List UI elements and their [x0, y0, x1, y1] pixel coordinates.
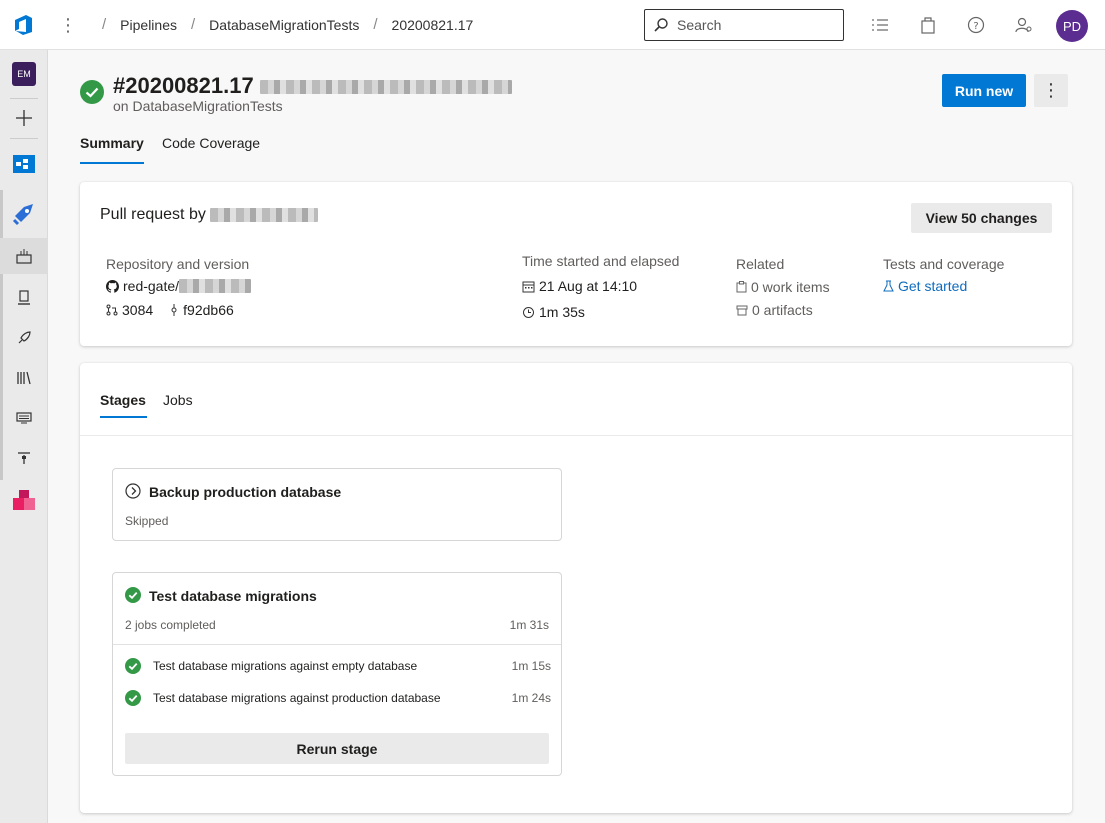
repository-value[interactable]: red-gate/ — [106, 278, 252, 294]
add-icon[interactable] — [0, 100, 48, 136]
work-item-icon — [736, 281, 747, 293]
work-items[interactable]: 0 work items — [736, 279, 830, 295]
rerun-stage-button[interactable]: Rerun stage — [125, 733, 549, 764]
run-title: #20200821.17 — [113, 73, 512, 99]
pr-number[interactable]: 3084 — [122, 302, 153, 318]
time-started: 21 Aug at 14:10 — [522, 278, 637, 294]
time-elapsed-value: 1m 35s — [539, 304, 585, 320]
commit-icon — [171, 304, 177, 316]
repository-label: Repository and version — [106, 256, 250, 272]
repository-name: red-gate/ — [123, 278, 180, 294]
marketplace-bag-icon[interactable] — [918, 15, 938, 35]
skipped-icon — [125, 483, 141, 502]
more-actions-button[interactable]: ⋮ — [1034, 74, 1068, 107]
deployment-groups-icon[interactable] — [0, 440, 48, 476]
stage-test-database-migrations[interactable]: Test database migrations 2 jobs complete… — [112, 572, 562, 776]
success-icon — [125, 658, 141, 677]
pipelines-icon[interactable] — [0, 196, 48, 232]
stages-card: Stages Jobs Backup production database S… — [80, 363, 1072, 813]
org-avatar[interactable]: EM — [12, 62, 36, 86]
builds-icon[interactable] — [0, 238, 48, 274]
artifacts-icon[interactable] — [0, 482, 48, 518]
job-name: Test database migrations against empty d… — [153, 659, 418, 673]
left-navigation: EM — [0, 50, 48, 823]
more-options-icon[interactable]: ⋮ — [48, 16, 88, 34]
search-input[interactable]: Search — [644, 9, 844, 41]
user-avatar[interactable]: PD — [1056, 10, 1088, 42]
breadcrumb-pipelines[interactable]: Pipelines — [120, 17, 177, 33]
breadcrumb-run[interactable]: 20200821.17 — [392, 17, 474, 33]
stage-title: Test database migrations — [149, 588, 317, 604]
time-elapsed: 1m 35s — [522, 304, 585, 320]
success-icon — [125, 587, 141, 606]
artifact-icon — [736, 305, 748, 315]
run-new-button[interactable]: Run new — [942, 74, 1026, 107]
breadcrumb-separator: / — [191, 16, 196, 33]
artifacts-value: 0 artifacts — [752, 302, 813, 318]
stage-title: Backup production database — [149, 484, 342, 500]
view-changes-button[interactable]: View 50 changes — [911, 203, 1052, 233]
calendar-icon — [522, 281, 535, 292]
stage-status: Skipped — [125, 514, 169, 528]
time-started-value: 21 Aug at 14:10 — [539, 278, 638, 294]
tab-stages[interactable]: Stages — [100, 392, 146, 408]
stage-status: 2 jobs completed — [125, 618, 216, 632]
breadcrumb-separator: / — [373, 16, 378, 33]
artifacts[interactable]: 0 artifacts — [736, 302, 813, 318]
job-row[interactable]: Test database migrations against product… — [125, 689, 551, 709]
breadcrumb-separator: / — [102, 16, 107, 33]
stages-tab-indicator — [100, 416, 147, 418]
tab-code-coverage[interactable]: Code Coverage — [162, 135, 260, 151]
azure-devops-logo-icon[interactable] — [0, 0, 48, 50]
run-subtitle: on DatabaseMigrationTests — [113, 98, 283, 114]
search-placeholder: Search — [677, 17, 722, 33]
tests-get-started-link[interactable]: Get started — [883, 278, 967, 294]
redacted-author — [210, 207, 319, 222]
stage-duration: 1m 31s — [509, 618, 549, 632]
boards-icon[interactable] — [0, 146, 48, 182]
environments-icon[interactable] — [0, 280, 48, 316]
pull-request-icon — [106, 304, 118, 316]
job-name: Test database migrations against product… — [153, 691, 441, 705]
clock-icon — [523, 306, 534, 318]
task-list-icon[interactable] — [870, 15, 890, 35]
pull-request-title: Pull request by — [100, 206, 319, 224]
user-settings-icon[interactable] — [1014, 15, 1034, 35]
tests-link-text: Get started — [898, 278, 968, 294]
redacted-run-name — [259, 80, 512, 95]
top-bar: ⋮ / Pipelines / DatabaseMigrationTests /… — [0, 0, 1105, 50]
run-success-icon — [80, 80, 104, 107]
releases-rocket-icon[interactable] — [0, 320, 48, 356]
run-number: #20200821.17 — [113, 73, 254, 98]
related-label: Related — [736, 256, 785, 272]
library-icon[interactable] — [0, 360, 48, 396]
work-items-value: 0 work items — [751, 279, 830, 295]
stages-divider — [80, 435, 1072, 436]
job-row[interactable]: Test database migrations against empty d… — [125, 657, 551, 677]
svg-text:?: ? — [973, 21, 978, 32]
redacted-branch — [179, 279, 252, 293]
search-icon — [654, 18, 668, 32]
summary-card: Pull request by View 50 changes Reposito… — [80, 182, 1072, 346]
flask-icon — [883, 280, 894, 292]
task-groups-icon[interactable] — [0, 400, 48, 436]
nav-divider — [10, 98, 38, 99]
breadcrumb-pipeline-name[interactable]: DatabaseMigrationTests — [209, 17, 359, 33]
time-label: Time started and elapsed — [522, 253, 680, 269]
help-icon[interactable]: ? — [966, 15, 986, 35]
github-icon — [106, 279, 119, 293]
nav-divider — [10, 138, 38, 139]
stage-divider — [113, 644, 561, 645]
tab-summary[interactable]: Summary — [80, 135, 144, 151]
success-icon — [125, 690, 141, 709]
pull-request-label: Pull request by — [100, 206, 206, 223]
pr-commit-row: 3084 f92db66 — [106, 302, 234, 318]
commit-hash[interactable]: f92db66 — [183, 302, 234, 318]
tab-active-indicator — [80, 162, 144, 164]
tab-jobs[interactable]: Jobs — [163, 392, 193, 408]
job-duration: 1m 15s — [511, 659, 551, 673]
stage-backup-production-database[interactable]: Backup production database Skipped — [112, 468, 562, 541]
job-duration: 1m 24s — [511, 691, 551, 705]
tests-label: Tests and coverage — [883, 256, 1005, 272]
